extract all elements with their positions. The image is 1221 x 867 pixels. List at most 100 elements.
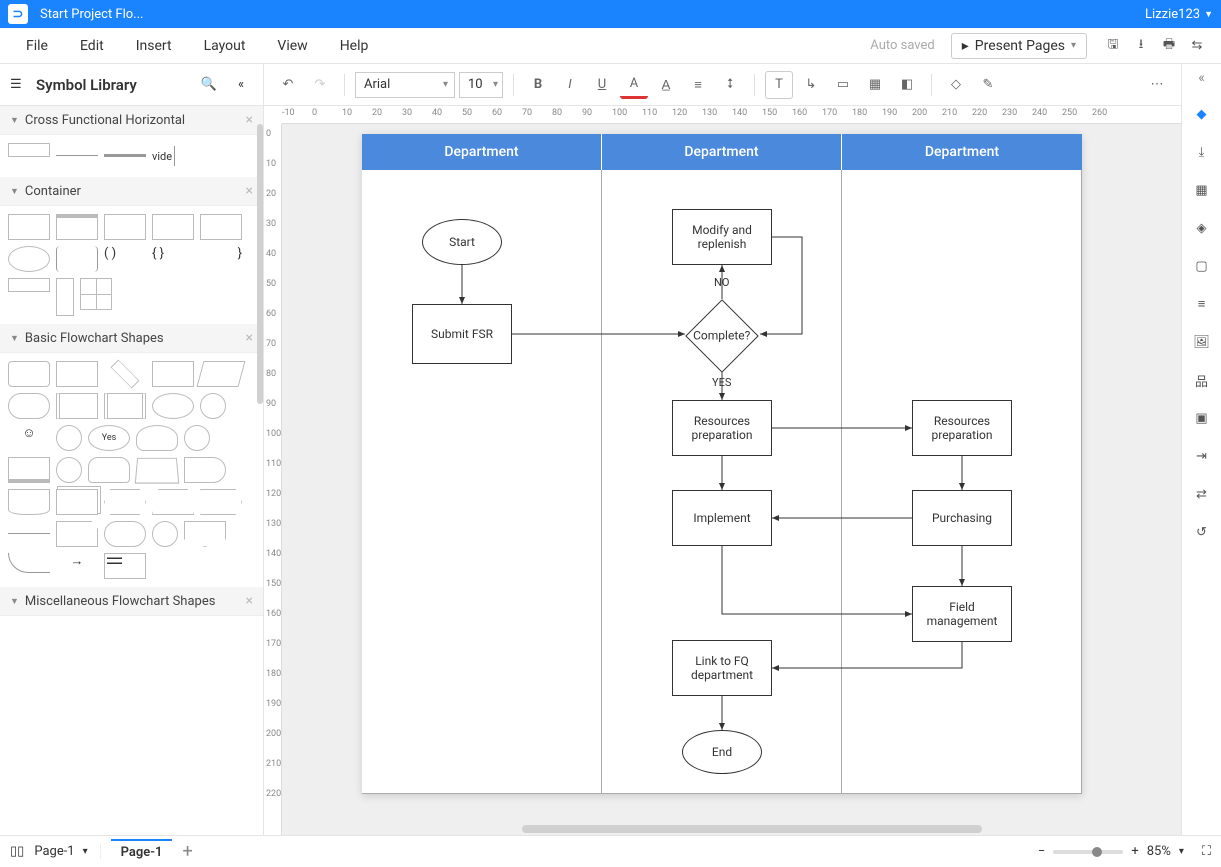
shape-brackets[interactable] xyxy=(56,246,98,272)
page[interactable]: Department Department Department Start S… xyxy=(362,134,1082,794)
shape-predefined[interactable] xyxy=(56,393,98,419)
align-icon[interactable]: ≡ xyxy=(684,71,712,99)
clipboard-icon[interactable]: ▣ xyxy=(1188,404,1216,432)
shape-parens[interactable]: ( ) xyxy=(104,246,146,272)
user-menu[interactable]: Lizzie123 ▼ xyxy=(1145,7,1213,22)
shape-ellipse[interactable] xyxy=(8,246,50,272)
container-icon[interactable]: ▭ xyxy=(829,71,857,99)
data-icon[interactable]: ≡ xyxy=(1188,290,1216,318)
shape-card[interactable] xyxy=(152,361,194,387)
menu-layout[interactable]: Layout xyxy=(188,38,262,54)
font-size-select[interactable]: 10 xyxy=(459,72,503,98)
add-page-icon[interactable]: + xyxy=(182,841,192,862)
style-icon[interactable]: ◆ xyxy=(1188,100,1216,128)
text-tool-icon[interactable]: T xyxy=(765,71,793,99)
shape-corner[interactable] xyxy=(56,521,98,547)
shape-manual[interactable] xyxy=(135,458,180,484)
shape-stadium[interactable] xyxy=(104,521,146,547)
zoom-value[interactable]: 85% xyxy=(1147,844,1171,859)
shuffle-icon[interactable]: ⇄ xyxy=(1188,480,1216,508)
node-field-management[interactable]: Field management xyxy=(912,586,1012,642)
shape-circle3[interactable] xyxy=(152,521,178,547)
shape-separator[interactable] xyxy=(56,155,98,156)
shape-grid[interactable] xyxy=(80,278,112,310)
shape-brace-right[interactable]: } xyxy=(200,246,242,272)
zoom-out-icon[interactable]: − xyxy=(1038,844,1045,859)
node-submit[interactable]: Submit FSR xyxy=(412,304,512,364)
spacing-icon[interactable]: ⭥ xyxy=(716,71,744,99)
shape-arrow-hex[interactable] xyxy=(200,489,242,515)
shape-doc[interactable] xyxy=(8,457,50,483)
bold-icon[interactable]: B xyxy=(524,71,552,99)
shape-diamond[interactable] xyxy=(111,360,140,389)
fill-icon[interactable]: ◇ xyxy=(942,71,970,99)
shape-offpage[interactable] xyxy=(184,521,226,547)
outline-icon[interactable]: ▯▯ xyxy=(10,844,24,859)
page-selector[interactable]: Page-1 ▾ xyxy=(34,844,100,859)
underline-icon[interactable]: U xyxy=(588,71,616,99)
shape-circle2[interactable] xyxy=(56,457,82,483)
shape-cylinder[interactable] xyxy=(88,457,130,483)
shape-database[interactable] xyxy=(136,425,178,451)
node-purchasing[interactable]: Purchasing xyxy=(912,490,1012,546)
collapse-right-icon[interactable]: « xyxy=(1198,70,1205,86)
shape-separator-thick[interactable] xyxy=(104,154,146,157)
shape-connector[interactable] xyxy=(184,425,210,451)
shape-rect-short[interactable] xyxy=(8,278,50,292)
close-icon[interactable]: × xyxy=(246,183,253,199)
arrange-icon[interactable]: ◧ xyxy=(893,71,921,99)
shape-rect-tall[interactable] xyxy=(56,278,74,316)
shape-rect[interactable] xyxy=(8,214,50,240)
fullscreen-icon[interactable]: ⛶ xyxy=(1202,844,1211,859)
shape-person[interactable] xyxy=(56,425,82,451)
shape-subprocess[interactable] xyxy=(104,393,146,419)
shape-display[interactable] xyxy=(184,457,226,483)
node-start[interactable]: Start xyxy=(422,219,502,265)
section-basic-flowchart[interactable]: ▼ Basic Flowchart Shapes × xyxy=(0,324,263,353)
layers-icon[interactable]: ◈ xyxy=(1188,214,1216,242)
canvas[interactable]: Department Department Department Start S… xyxy=(282,124,1181,835)
download-icon[interactable]: ⭳ xyxy=(1127,32,1155,60)
node-implement[interactable]: Implement xyxy=(672,490,772,546)
shape-rect-tab[interactable] xyxy=(104,214,146,240)
shape-rect-top[interactable] xyxy=(56,214,98,240)
save-icon[interactable]: 🖫 xyxy=(1099,32,1127,60)
close-icon[interactable]: × xyxy=(246,112,253,128)
font-color-icon[interactable]: A xyxy=(620,71,648,99)
zoom-slider[interactable] xyxy=(1053,850,1123,854)
font-select[interactable]: Arial xyxy=(355,72,455,98)
menu-help[interactable]: Help xyxy=(324,38,385,54)
undo-icon[interactable]: ↶ xyxy=(274,71,302,99)
collapse-left-icon[interactable]: « xyxy=(229,73,253,97)
highlight-icon[interactable]: A̲ xyxy=(652,71,680,99)
shape-process[interactable] xyxy=(8,361,50,387)
line-color-icon[interactable]: ✎ xyxy=(974,71,1002,99)
node-link-fq[interactable]: Link to FQ department xyxy=(672,640,772,696)
section-container[interactable]: ▼ Container × xyxy=(0,177,263,206)
menu-insert[interactable]: Insert xyxy=(120,38,188,54)
shape-actor[interactable]: ☺ xyxy=(8,425,50,451)
italic-icon[interactable]: I xyxy=(556,71,584,99)
shape-rect-4[interactable] xyxy=(152,214,194,240)
shape-yes[interactable]: Yes xyxy=(88,425,130,451)
shape-braces[interactable]: { } xyxy=(152,246,194,272)
image-icon[interactable]: 🖼 xyxy=(1188,328,1216,356)
shape-lane[interactable] xyxy=(8,143,50,157)
more-icon[interactable]: ⋯ xyxy=(1143,71,1171,99)
grid-icon[interactable]: ▦ xyxy=(1188,176,1216,204)
shape-multi[interactable] xyxy=(56,489,98,515)
menu-view[interactable]: View xyxy=(261,38,323,54)
zoom-in-icon[interactable]: + xyxy=(1131,844,1138,859)
group-icon[interactable]: ▦ xyxy=(861,71,889,99)
page-tab[interactable]: Page-1 xyxy=(111,839,173,864)
menu-edit[interactable]: Edit xyxy=(64,38,120,54)
connector-icon[interactable]: ↳ xyxy=(797,71,825,99)
shape-line[interactable] xyxy=(8,533,50,534)
section-misc[interactable]: ▼ Miscellaneous Flowchart Shapes × xyxy=(0,587,263,616)
shape-arrow[interactable]: → xyxy=(56,553,98,579)
close-icon[interactable]: × xyxy=(246,330,253,346)
share-icon[interactable]: ⇆ xyxy=(1183,32,1211,60)
align-rail-icon[interactable]: ⇥ xyxy=(1188,442,1216,470)
shape-parallelogram[interactable] xyxy=(197,361,246,387)
shape-rect2[interactable] xyxy=(56,361,98,387)
